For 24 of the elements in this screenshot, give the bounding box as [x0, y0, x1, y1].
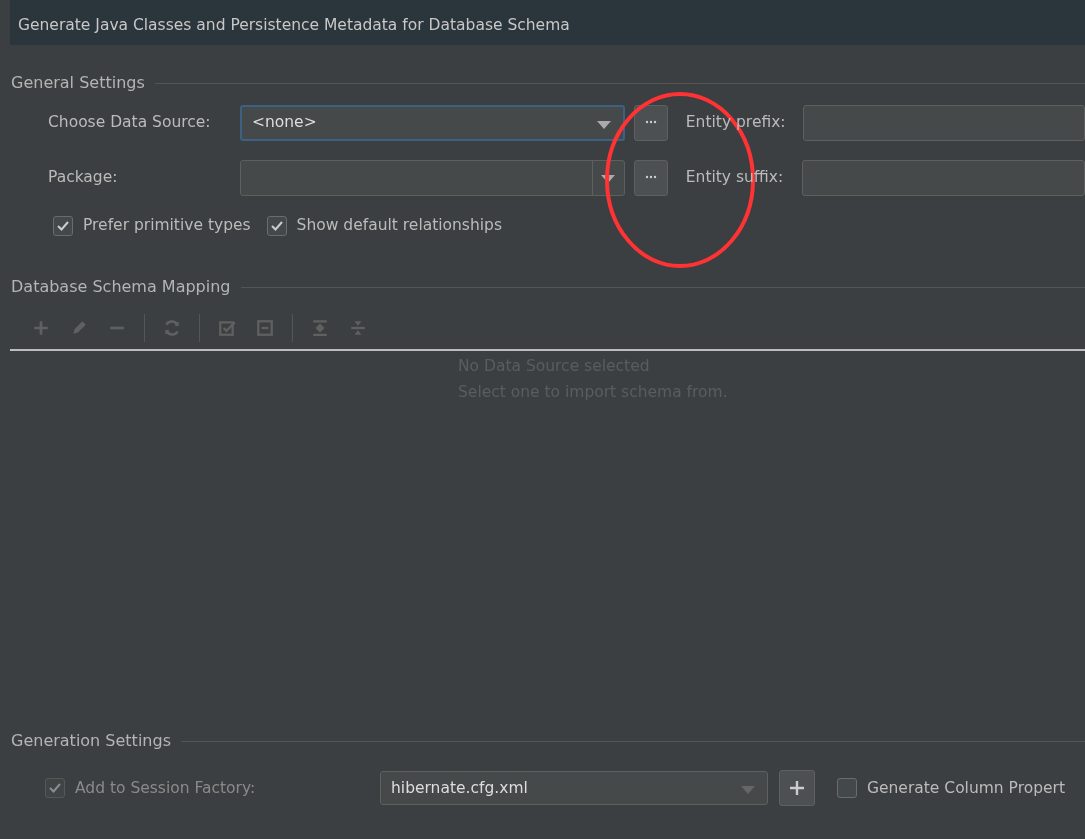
- checkbox[interactable]: [266, 215, 287, 236]
- ellipsis-icon: [644, 174, 657, 179]
- add-button[interactable]: [779, 770, 815, 807]
- ellipsis-icon: [644, 119, 657, 124]
- checkbox-label: Prefer primitive types: [83, 215, 251, 236]
- section-title: General Settings: [11, 72, 145, 94]
- dropdown-field[interactable]: [240, 160, 625, 196]
- dialog-subtitle: Generate Java Classes and Persistence Metadata for Database Schema: [18, 16, 570, 34]
- field-label: Entity prefix:: [685, 112, 787, 134]
- text-field[interactable]: [802, 160, 1085, 196]
- browse-button[interactable]: [633, 160, 668, 196]
- dropdown-field[interactable]: <none>: [240, 105, 625, 141]
- checkbox-label: Add to Session Factory:: [75, 777, 257, 799]
- checkbox-label: Generate Column Propert: [867, 777, 1066, 799]
- check-icon: [48, 781, 62, 796]
- field-label: Choose Data Source:: [47, 112, 212, 134]
- checkbox-label: Show default relationships: [296, 215, 502, 236]
- section-title: Generation Settings: [11, 730, 171, 753]
- text-field[interactable]: [802, 105, 1085, 141]
- field-label: Package:: [47, 167, 119, 189]
- browse-button[interactable]: [633, 105, 668, 141]
- checkbox[interactable]: [53, 215, 73, 236]
- plus-icon: [789, 780, 805, 797]
- section-title: Database Schema Mapping: [11, 276, 231, 299]
